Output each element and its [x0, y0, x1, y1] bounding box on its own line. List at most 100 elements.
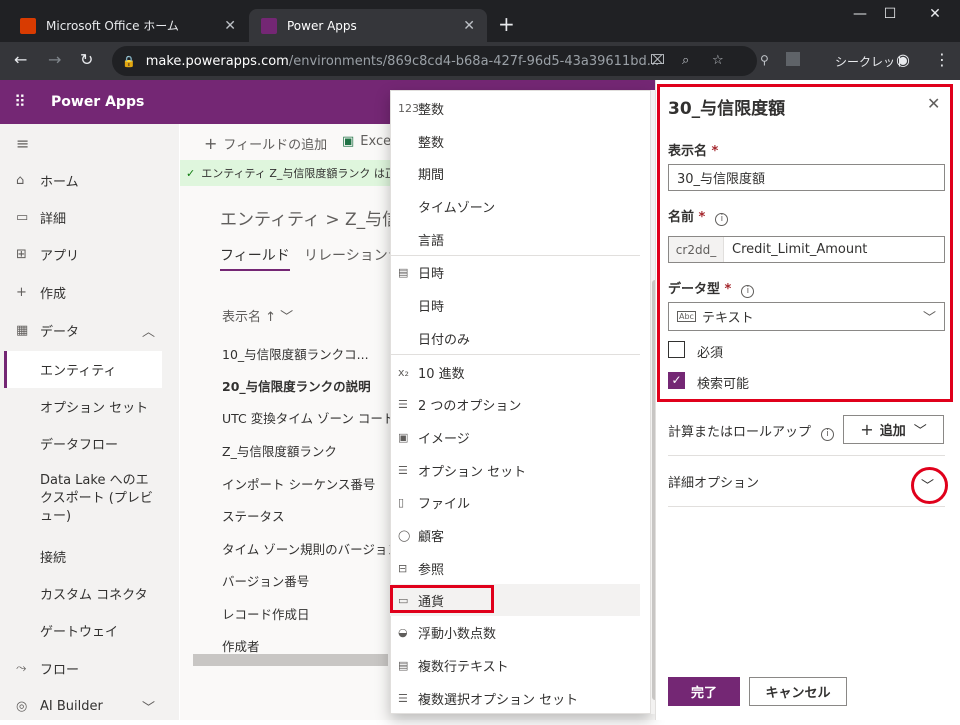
nav-entities[interactable]: エンティティ [4, 351, 162, 388]
reload-icon[interactable]: ↻ [80, 50, 93, 69]
dropdown-item-label: 複数選択オプション セット [418, 692, 579, 708]
nav-label: カスタム コネクタ [40, 588, 148, 603]
zoom-icon[interactable]: ⌕ [682, 53, 689, 68]
cancel-button[interactable]: キャンセル [749, 677, 847, 706]
dropdown-item[interactable]: ☰ オプション セット [390, 454, 640, 486]
forward-icon[interactable]: → [48, 50, 61, 69]
nav-option-sets[interactable]: オプション セット [0, 388, 179, 425]
datatype-icon: ☰ [398, 397, 408, 411]
dropdown-item[interactable]: ▣ イメージ [390, 421, 640, 453]
waffle-icon[interactable]: ⠿ [14, 92, 26, 111]
table-row[interactable]: バージョン番号 [222, 571, 390, 590]
dropdown-item[interactable]: 言語 [390, 223, 640, 255]
address-bar[interactable]: 🔒 make.powerapps.com /environments/869c8… [112, 46, 757, 76]
nav-label: アプリ [40, 249, 80, 264]
info-icon[interactable]: i [821, 428, 835, 441]
notice-text: エンティティ Z_与信限度額ランク は正 [201, 167, 392, 180]
tab-office-home[interactable]: Microsoft Office ホーム ✕ [8, 9, 248, 42]
dropdown-item[interactable]: ⊟ 参照 [390, 552, 640, 584]
label-text: 計算またはロールアップ [668, 425, 812, 440]
dropdown-item[interactable]: ◯ 顧客 [390, 519, 640, 551]
dropdown-item[interactable]: 期間 [390, 157, 640, 189]
nav-apps[interactable]: ⊞ アプリ [0, 236, 179, 273]
close-tab-icon[interactable]: ✕ [224, 18, 236, 34]
hamburger-icon[interactable]: ≡ [16, 134, 29, 153]
dropdown-item-label: タイムゾーン [418, 200, 496, 216]
dropdown-item[interactable]: タイムゾーン [390, 190, 640, 222]
table-row[interactable]: タイム ゾーン規則のバージョン [222, 539, 390, 558]
dropdown-item-label: ファイル [418, 496, 471, 512]
nav-ai-builder[interactable]: ◎ AI Builder ﹀ [0, 688, 179, 725]
done-button[interactable]: 完了 [668, 677, 740, 706]
extension-icon[interactable]: ⚲ [760, 53, 769, 67]
table-row[interactable]: Z_与信限度額ランク [222, 441, 390, 460]
table-row[interactable]: 10_与信限度額ランクコ... [222, 344, 390, 363]
menu-icon[interactable]: ⋮ [934, 50, 950, 69]
table-row[interactable]: インポート シーケンス番号 [222, 474, 390, 493]
chevron-down-icon: ﹀ [913, 424, 927, 439]
column-header-display-name[interactable]: 表示名 ↑ ﹀ [222, 306, 293, 325]
advanced-options-label: 詳細オプション [668, 476, 760, 491]
nav-create[interactable]: + 作成 [0, 274, 179, 311]
dropdown-item-label: 10 進数 [418, 366, 465, 382]
table-row[interactable]: UTC 変換タイム ゾーン コード [222, 408, 390, 427]
excel-button[interactable]: ▣ Excel [342, 134, 395, 149]
lock-icon: 🔒 [122, 54, 136, 68]
dropdown-items: 123 整数 整数 期間タイムゾーン言語 ▤ 日時 日時 日付のみ x₂ 10 進数 ☰ 2 つのオプ… [390, 92, 640, 712]
back-icon[interactable]: ← [14, 50, 27, 69]
dropdown-item[interactable]: ▤ 日時 [390, 256, 640, 288]
translate-icon[interactable]: ⌧ [650, 53, 665, 68]
nav-data[interactable]: ▦ データ ︿ [0, 312, 179, 349]
nav-gateways[interactable]: ゲートウェイ [0, 612, 179, 649]
table-row[interactable]: レコード作成日 [222, 604, 390, 623]
breadcrumb: エンティティ > Z_与信 [220, 210, 400, 230]
incognito-icon[interactable]: ◉ [896, 50, 910, 69]
nav-label: エンティティ [40, 364, 117, 379]
nav-label: 詳細 [40, 212, 67, 227]
plus-icon: + [204, 134, 218, 153]
nav-dataflows[interactable]: データフロー [0, 425, 179, 462]
nav-connections[interactable]: 接続 [0, 538, 179, 575]
dropdown-item[interactable]: 日付のみ [390, 322, 640, 354]
nav-label: フロー [40, 663, 80, 678]
add-field-button[interactable]: + フィールドの追加 [204, 134, 327, 153]
table-row[interactable]: ステータス [222, 506, 390, 525]
dropdown-item[interactable]: ◒ 浮動小数点数 [390, 616, 640, 648]
dropdown-item[interactable]: ▤ 複数行テキスト [390, 649, 640, 681]
dropdown-item[interactable]: x₂ 10 進数 [390, 356, 640, 388]
plus-icon: + [860, 420, 874, 439]
maximize-icon[interactable]: ☐ [870, 6, 910, 22]
table-row[interactable]: 20_与信限度ランクの説明 [222, 376, 390, 395]
table-row[interactable]: 作成者 [222, 636, 390, 655]
close-window-icon[interactable]: ✕ [915, 6, 955, 22]
tab-power-apps[interactable]: Power Apps ✕ [249, 9, 487, 42]
nav-data-lake[interactable]: Data Lake へのエクスポート (プレビュー) [0, 472, 160, 532]
horizontal-scrollbar[interactable] [193, 654, 388, 666]
datatype-icon: ☰ [398, 463, 408, 477]
dropdown-item[interactable]: 日時 [390, 289, 640, 321]
bookmark-star-icon[interactable]: ☆ [712, 53, 724, 68]
tab-relationships[interactable]: リレーションシ [304, 245, 402, 265]
app-name: Power Apps [51, 94, 145, 110]
powerapps-icon [261, 17, 277, 34]
nav-label: 作成 [40, 287, 67, 302]
dropdown-item[interactable]: ☰ 2 つのオプション [390, 388, 640, 420]
dropdown-item[interactable]: 123 整数 [390, 92, 640, 124]
nav-custom-connectors[interactable]: カスタム コネクタ [0, 575, 179, 612]
datatype-icon: 123 [398, 101, 419, 115]
add-label: 追加 [879, 424, 906, 439]
new-tab-icon[interactable]: + [498, 12, 515, 36]
close-tab-icon[interactable]: ✕ [463, 18, 475, 34]
dropdown-item[interactable]: ▯ ファイル [390, 486, 640, 518]
add-button[interactable]: + 追加 ﹀ [843, 415, 944, 444]
chevron-down-icon: ﹀ [141, 701, 155, 716]
tab-fields[interactable]: フィールド [220, 245, 290, 271]
nav-learn[interactable]: ▭ 詳細 [0, 199, 179, 236]
dropdown-item[interactable]: ☰ 複数選択オプション セット [390, 682, 640, 714]
nav-label: データ [40, 325, 80, 340]
dropdown-item[interactable]: 整数 [390, 125, 640, 157]
highlight-circle [911, 467, 948, 504]
nav-home[interactable]: ⌂ ホーム [0, 162, 179, 199]
nav-flows[interactable]: ⤳ フロー [0, 650, 179, 687]
extension-icon[interactable] [786, 52, 800, 66]
